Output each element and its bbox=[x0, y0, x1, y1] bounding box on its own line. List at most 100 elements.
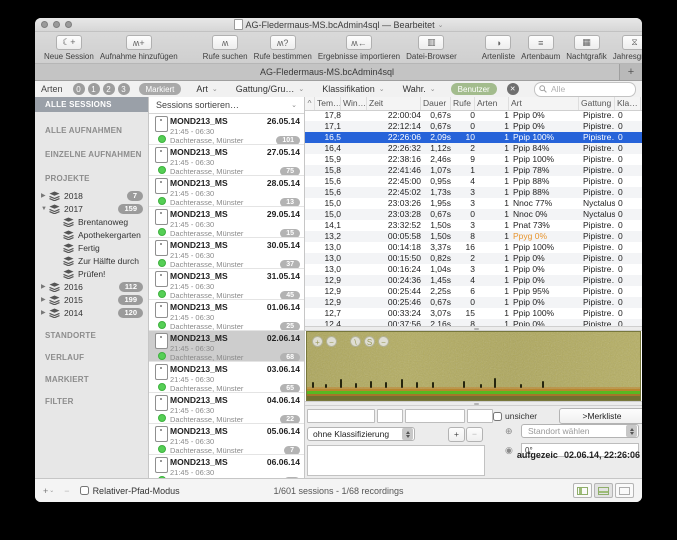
toolbar-button-icon[interactable]: ◑ bbox=[485, 35, 511, 50]
measure-field-3[interactable] bbox=[405, 409, 465, 423]
session-row[interactable]: MOND213_MS 03.06.14 21:45 - 06:30 Dachte… bbox=[149, 362, 304, 393]
table-row[interactable]: 15,6 22:45:02 1,73s 3 1 Ppip 88% Pipistr… bbox=[305, 187, 642, 198]
table-row[interactable]: 16,5 22:26:06 2,09s 10 1 Ppip 100% Pipis… bbox=[305, 132, 642, 143]
table-row[interactable]: 17,1 22:12:14 0,67s 0 1 Ppip 0% Pipistre… bbox=[305, 121, 642, 132]
measure-field-1[interactable] bbox=[307, 409, 375, 423]
toolbar-button-icon[interactable]: ʍ+ bbox=[126, 35, 152, 50]
session-row[interactable]: MOND213_MS 31.05.14 21:45 - 06:30 Dachte… bbox=[149, 269, 304, 300]
view-toggle-sidebar-button[interactable] bbox=[573, 483, 592, 498]
toolbar-button-icon[interactable]: ▦ bbox=[574, 35, 600, 50]
species-list-button[interactable]: ◑ Artenliste bbox=[482, 35, 515, 61]
slope-tool-button[interactable]: \ bbox=[350, 336, 361, 347]
sidebar-item[interactable]: STANDORTE bbox=[35, 330, 148, 341]
disclosure-triangle-icon[interactable]: ▶ bbox=[41, 283, 49, 290]
bat-search-button[interactable]: ʍ Rufe suchen bbox=[203, 35, 248, 61]
year-chart-button[interactable]: ⧖ Jahresgrafik bbox=[613, 35, 642, 61]
stepper-icon[interactable] bbox=[402, 428, 413, 440]
session-row[interactable]: MOND213_MS 30.05.14 21:45 - 06:30 Dachte… bbox=[149, 238, 304, 269]
relativer-pfad-checkbox[interactable] bbox=[80, 486, 89, 495]
project-tree-row[interactable]: ▶ 2016 112 bbox=[35, 280, 148, 293]
search-field[interactable] bbox=[534, 82, 636, 97]
sidebar-item[interactable]: ALLE SESSIONS bbox=[35, 97, 148, 112]
remove-classification-button[interactable]: − bbox=[466, 427, 483, 442]
add-classification-button[interactable]: + bbox=[448, 427, 465, 442]
add-tab-button[interactable]: + bbox=[620, 64, 642, 80]
column-header[interactable]: Gattung bbox=[579, 97, 615, 110]
disclosure-triangle-icon[interactable]: ▼ bbox=[41, 206, 49, 212]
filter-dropdown[interactable]: Gattung/Gru… bbox=[236, 84, 304, 94]
table-row[interactable]: 13,2 00:05:58 1,50s 8 1 Ppyg 0% Pipistre… bbox=[305, 231, 642, 242]
s-tool-button[interactable]: S bbox=[364, 336, 375, 347]
table-row[interactable]: 12,7 00:33:24 3,07s 15 1 Ppip 100% Pipis… bbox=[305, 308, 642, 319]
session-row[interactable]: MOND213_MS 05.06.14 21:45 - 06:30 Dachte… bbox=[149, 424, 304, 455]
session-row[interactable]: MOND213_MS 06.06.14 21:45 - 06:30 Dachte… bbox=[149, 455, 304, 478]
remove-session-button[interactable]: − bbox=[64, 486, 69, 496]
bat-import-button[interactable]: ʍ← Ergebnisse importieren bbox=[318, 35, 400, 61]
session-row[interactable]: MOND213_MS 29.05.14 21:45 - 06:30 Dachte… bbox=[149, 207, 304, 238]
species-count-filter-button[interactable]: 3 bbox=[118, 83, 130, 95]
disclosure-triangle-icon[interactable]: ▶ bbox=[41, 309, 49, 316]
column-header[interactable]: Win… bbox=[341, 97, 367, 110]
add-session-button[interactable]: + ⌄ bbox=[43, 486, 54, 496]
table-row[interactable]: 15,8 22:41:46 1,07s 1 1 Ppip 78% Pipistr… bbox=[305, 165, 642, 176]
title-proxy-chevron-icon[interactable]: ⌄ bbox=[438, 21, 444, 29]
column-header[interactable]: Dauer bbox=[421, 97, 451, 110]
spectrogram[interactable]: + − \ S − bbox=[306, 331, 641, 401]
sidebar-item[interactable]: ALLE AUFNAHMEN bbox=[35, 125, 148, 136]
table-row[interactable]: 13,0 00:16:24 1,04s 3 1 Ppip 0% Pipistre… bbox=[305, 264, 642, 275]
species-count-filter-button[interactable]: 2 bbox=[103, 83, 115, 95]
collapse-tool-button[interactable]: − bbox=[378, 336, 389, 347]
table-row[interactable]: 12,4 00:37:56 2,16s 8 1 Ppip 0% Pipistre… bbox=[305, 319, 642, 326]
session-row[interactable]: MOND213_MS 28.05.14 21:45 - 06:30 Dachte… bbox=[149, 176, 304, 207]
sessions-sort-dropdown[interactable]: Sessions sortieren… ⌄ bbox=[149, 97, 304, 114]
stepper-icon[interactable] bbox=[626, 425, 637, 437]
species-tree-button[interactable]: ≡ Artenbaum bbox=[521, 35, 560, 61]
project-tree-row[interactable]: Brentanoweg bbox=[35, 215, 148, 228]
filter-dropdown[interactable]: Art bbox=[196, 84, 217, 94]
merkliste-button[interactable]: >Merkliste bbox=[559, 408, 642, 424]
project-tree-row[interactable]: Apothekergarten bbox=[35, 228, 148, 241]
table-row[interactable]: 14,1 23:32:52 1,50s 3 1 Pnat 73% Pipistr… bbox=[305, 220, 642, 231]
session-row[interactable]: MOND213_MS 26.05.14 21:45 - 06:30 Dachte… bbox=[149, 114, 304, 145]
project-tree-row[interactable]: ▶ 2014 120 bbox=[35, 306, 148, 319]
moon-plus-button[interactable]: ☾+ Neue Session bbox=[44, 35, 94, 61]
notes-textarea[interactable] bbox=[307, 445, 485, 476]
bat-identify-button[interactable]: ʍ? Rufe bestimmen bbox=[254, 35, 312, 61]
column-header[interactable]: Zeit bbox=[367, 97, 421, 110]
column-header[interactable]: Kla… bbox=[615, 97, 641, 110]
zoom-out-button[interactable]: − bbox=[326, 336, 337, 347]
table-row[interactable]: 12,9 00:25:46 0,67s 0 1 Ppip 0% Pipistre… bbox=[305, 297, 642, 308]
toolbar-button-icon[interactable]: ʍ← bbox=[346, 35, 372, 50]
session-row[interactable]: MOND213_MS 04.06.14 21:45 - 06:30 Dachte… bbox=[149, 393, 304, 424]
table-row[interactable]: 15,6 22:45:00 0,95s 4 1 Ppip 88% Pipistr… bbox=[305, 176, 642, 187]
file-browser-button[interactable]: ▥ Datei-Browser bbox=[406, 35, 457, 61]
project-tree-row[interactable]: Fertig bbox=[35, 241, 148, 254]
bat-plus-button[interactable]: ʍ+ Aufnahme hinzufügen bbox=[100, 35, 178, 61]
zoom-in-button[interactable]: + bbox=[312, 336, 323, 347]
sidebar-item[interactable]: MARKIERT bbox=[35, 374, 148, 385]
filter-dropdown[interactable]: Wahr. bbox=[403, 84, 436, 94]
disclosure-triangle-icon[interactable]: ▶ bbox=[41, 296, 49, 303]
night-chart-button[interactable]: ▦ Nachtgrafik bbox=[566, 35, 606, 61]
benutzer-filter-pill[interactable]: Benutzer bbox=[451, 83, 497, 95]
table-row[interactable]: 15,0 23:03:28 0,67s 0 1 Nnoc 0% Nyctalus… bbox=[305, 209, 642, 220]
filter-dropdown[interactable]: Klassifikation bbox=[322, 84, 384, 94]
table-row[interactable]: 12,9 00:24:36 1,45s 4 1 Ppip 0% Pipistre… bbox=[305, 275, 642, 286]
sidebar-item[interactable]: PROJEKTE bbox=[35, 173, 148, 184]
search-input[interactable] bbox=[549, 83, 631, 95]
column-header[interactable]: ^ bbox=[305, 97, 315, 110]
view-toggle-split-button[interactable] bbox=[594, 483, 613, 498]
unsicher-checkbox[interactable] bbox=[493, 412, 502, 421]
project-tree-row[interactable]: ▶ 2015 199 bbox=[35, 293, 148, 306]
session-row[interactable]: MOND213_MS 02.06.14 21:45 - 06:30 Dachte… bbox=[149, 331, 304, 362]
project-tree-row[interactable]: Prüfen! bbox=[35, 267, 148, 280]
toolbar-button-icon[interactable]: ⧖ bbox=[622, 35, 642, 50]
toolbar-button-icon[interactable]: ☾+ bbox=[56, 35, 82, 50]
project-tree-row[interactable]: Zur Hälfte durch bbox=[35, 254, 148, 267]
session-row[interactable]: MOND213_MS 01.06.14 21:45 - 06:30 Dachte… bbox=[149, 300, 304, 331]
standort-select[interactable]: Standort wählen bbox=[521, 424, 639, 438]
table-row[interactable]: 13,0 00:15:50 0,82s 2 1 Ppip 0% Pipistre… bbox=[305, 253, 642, 264]
klassifizierung-select[interactable]: ohne Klassifizierung bbox=[307, 427, 415, 441]
table-row[interactable]: 12,9 00:25:44 2,25s 6 1 Ppip 95% Pipistr… bbox=[305, 286, 642, 297]
column-header[interactable]: Rufe bbox=[451, 97, 475, 110]
